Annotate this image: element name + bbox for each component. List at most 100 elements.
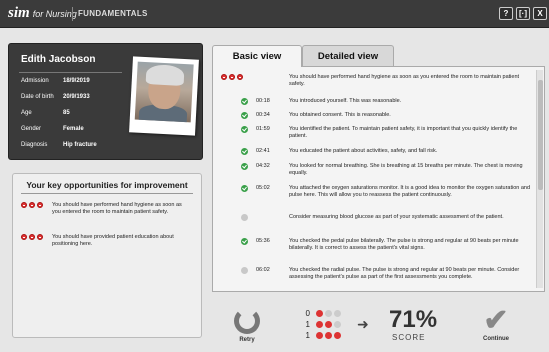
patient-photo [129, 56, 199, 136]
score-count: 1 [305, 331, 310, 340]
red-dot-icon [316, 321, 323, 328]
event-time: 02:41 [256, 148, 270, 154]
red-dot-icon [21, 202, 27, 208]
event-text: You obtained consent. This is reasonable… [289, 112, 391, 118]
event-text: You looked for normal breathing. She is … [289, 163, 523, 176]
grey-dot-icon [334, 321, 341, 328]
help-icon[interactable]: ? [499, 7, 513, 20]
app-logo: sim for Nursing [8, 5, 77, 23]
event-text: You attached the oxygen saturations moni… [289, 185, 531, 198]
red-dot-icon [237, 74, 243, 80]
grey-dot-icon [325, 310, 332, 317]
check-icon [241, 98, 248, 105]
events-scrollbar[interactable] [536, 70, 543, 288]
field-value: 18/9/2019 [63, 78, 90, 84]
field-value: 85 [63, 110, 70, 116]
check-icon [241, 163, 248, 170]
red-dot-icon [334, 332, 341, 339]
improvement-title: Your key opportunities for improvement [26, 180, 188, 190]
score-row: 1 [300, 331, 343, 340]
event-time: 01:59 [256, 126, 270, 132]
red-dot-icon [325, 321, 332, 328]
arrow-right-icon: ➜ [357, 316, 369, 332]
retry-button[interactable]: Retry [230, 308, 264, 348]
check-icon [241, 238, 248, 245]
red-dot-icon [229, 74, 235, 80]
check-icon [241, 148, 248, 155]
field-value: Female [63, 126, 84, 132]
improvement-divider [21, 193, 193, 194]
score-count: 1 [305, 320, 310, 329]
neutral-dot-icon [241, 267, 248, 274]
field-label: Admission [21, 78, 49, 84]
event-text: You introduced yourself. This was reason… [289, 98, 402, 104]
score-label: SCORE [392, 333, 426, 342]
field-value: 20/9/1933 [63, 94, 90, 100]
brand-subtitle: for Nursing [32, 9, 77, 19]
event-time: 00:34 [256, 112, 270, 118]
fullscreen-icon[interactable]: [·] [516, 7, 530, 20]
tab-basic-view[interactable]: Basic view [212, 45, 302, 67]
continue-button[interactable]: ✔ Continue [480, 304, 512, 343]
neutral-dot-icon [241, 214, 248, 221]
red-dot-icon [29, 202, 35, 208]
score-row: 1 [300, 320, 343, 329]
patient-card: Edith Jacobson Admission 18/9/2019 Date o… [8, 43, 203, 160]
patient-field: Gender Female [21, 126, 84, 132]
red-dot-icon [37, 202, 43, 208]
score-count: 0 [305, 309, 310, 318]
event-text: You checked the radial pulse. The pulse … [289, 267, 520, 280]
patient-name: Edith Jacobson [21, 54, 96, 65]
event-time: 05:02 [256, 185, 270, 191]
grey-dot-icon [334, 310, 341, 317]
event-time: 05:36 [256, 238, 270, 244]
checkmark-icon: ✔ [483, 304, 509, 337]
field-value: Hip fracture [63, 142, 97, 148]
event-text: You should have performed hand hygiene a… [289, 74, 520, 87]
event-text: Consider measuring blood glucose as part… [289, 214, 504, 220]
retry-label: Retry [239, 337, 255, 343]
close-icon[interactable]: X [533, 7, 547, 20]
event-time: 06:02 [256, 267, 270, 273]
patient-field: Admission 18/9/2019 [21, 78, 90, 84]
module-name: FUNDAMENTALS [78, 9, 148, 18]
improvement-panel: Your key opportunities for improvement Y… [12, 173, 202, 338]
event-text: You checked the pedal pulse bilaterally.… [289, 238, 519, 251]
score-row: 0 [300, 309, 343, 318]
red-dot-icon [316, 310, 323, 317]
field-label: Date of birth [21, 94, 54, 100]
top-bar: sim for Nursing FUNDAMENTALS ? [·] X [0, 0, 549, 28]
check-icon [241, 126, 248, 133]
top-divider [72, 7, 73, 21]
rating-dots [21, 234, 43, 240]
event-text: You educated the patient about activitie… [289, 148, 438, 154]
field-label: Diagnosis [21, 142, 48, 148]
scrollbar-thumb[interactable] [538, 80, 543, 190]
score-percent: 71% [389, 306, 438, 333]
red-dot-icon [221, 74, 227, 80]
event-time: 04:32 [256, 163, 270, 169]
red-dot-icon [21, 234, 27, 240]
red-dot-icon [325, 332, 332, 339]
improvement-text: You should have performed hand hygiene a… [52, 202, 182, 215]
continue-label: Continue [483, 336, 509, 342]
field-label: Gender [21, 126, 42, 132]
patient-field: Date of birth 20/9/1933 [21, 94, 90, 100]
events-list: You should have performed hand hygiene a… [212, 66, 545, 292]
red-dot-icon [29, 234, 35, 240]
brand-name: sim [8, 5, 30, 21]
improvement-text: You should have provided patient educati… [52, 234, 174, 247]
check-icon [241, 112, 248, 119]
rating-dots [21, 202, 43, 208]
patient-field: Age 85 [21, 110, 70, 116]
field-label: Age [21, 110, 32, 116]
tab-detailed-view[interactable]: Detailed view [302, 45, 394, 67]
red-dot-icon [37, 234, 43, 240]
patient-divider [19, 72, 122, 73]
retry-icon [234, 308, 260, 334]
patient-field: Diagnosis Hip fracture [21, 142, 97, 148]
event-time: 00:18 [256, 98, 270, 104]
red-dot-icon [316, 332, 323, 339]
check-icon [241, 185, 248, 192]
event-text: You identified the patient. To maintain … [289, 126, 518, 139]
